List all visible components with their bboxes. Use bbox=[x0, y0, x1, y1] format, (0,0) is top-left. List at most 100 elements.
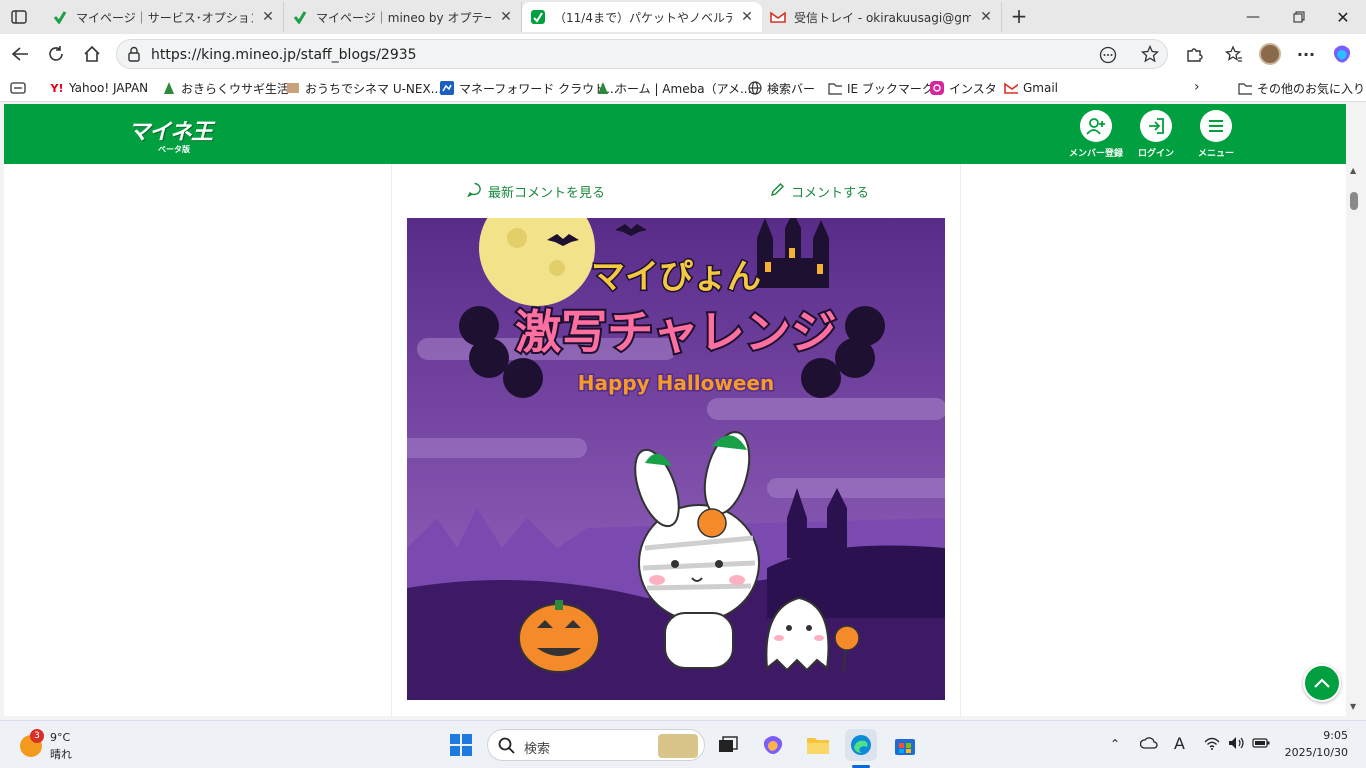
close-tab-icon[interactable]: ✕ bbox=[740, 9, 754, 25]
mineo-favicon-icon bbox=[52, 9, 68, 25]
cinema-icon bbox=[286, 81, 300, 95]
speech-bubble-icon bbox=[466, 182, 482, 201]
login-button[interactable]: ログイン bbox=[1126, 110, 1186, 159]
bookmark-instagram[interactable]: インスタ bbox=[930, 79, 997, 97]
bookmark-okiraku-usagi[interactable]: おきらくウサギ生活 bbox=[162, 79, 289, 97]
favorites-collection-icon[interactable] bbox=[1220, 40, 1248, 68]
restore-icon[interactable] bbox=[1276, 0, 1322, 34]
login-arrow-icon bbox=[1140, 110, 1172, 142]
banner-illustration: マイぴょん 激写チャレンジ Happy Halloween bbox=[407, 218, 945, 700]
scroll-up-arrow-icon[interactable]: ▲ bbox=[1350, 166, 1356, 175]
volume-icon[interactable] bbox=[1228, 736, 1246, 753]
favorite-star-icon[interactable] bbox=[1140, 44, 1160, 66]
scroll-down-arrow-icon[interactable]: ▼ bbox=[1350, 702, 1356, 711]
weather-widget[interactable]: 3 9°C 晴れ bbox=[16, 729, 126, 761]
microsoft-store-icon[interactable] bbox=[889, 729, 921, 761]
tab-staff-blog[interactable]: （11/4まで）パケットやノベルティをゲ ✕ bbox=[522, 2, 762, 32]
reading-mode-icon[interactable] bbox=[1099, 46, 1117, 67]
bookmark-gmail[interactable]: Gmail bbox=[1004, 79, 1058, 97]
search-icon bbox=[498, 737, 515, 757]
ime-mode-icon[interactable]: A bbox=[1174, 734, 1185, 753]
register-label: メンバー登録 bbox=[1068, 149, 1123, 159]
clock-time[interactable]: 9:05 bbox=[1296, 729, 1348, 742]
hamburger-menu-icon bbox=[1200, 110, 1232, 142]
gmail-favicon-icon bbox=[770, 9, 786, 25]
close-tab-icon[interactable]: ✕ bbox=[979, 9, 993, 25]
mineoking-favicon-icon bbox=[530, 9, 546, 25]
site-header: マイネ王 ベータ版 メンバー登録 ログイン メニュー bbox=[4, 104, 1346, 164]
other-bookmarks-folder[interactable]: その他のお気に入り bbox=[1238, 79, 1365, 97]
clock-date[interactable]: 2025/10/30 bbox=[1280, 746, 1348, 759]
browser-tab-strip: マイページ｜サービス･オプション｜格安 ✕ マイページ｜mineo by オプテ… bbox=[0, 0, 1366, 34]
banner-title-main: 激写チャレンジ bbox=[515, 305, 837, 359]
file-explorer-icon[interactable] bbox=[802, 729, 834, 761]
tab-mypage-service[interactable]: マイページ｜サービス･オプション｜格安 ✕ bbox=[44, 2, 284, 32]
address-bar[interactable]: https://king.mineo.jp/staff_blogs/2935 bbox=[116, 39, 1168, 69]
task-view-icon[interactable] bbox=[712, 729, 744, 761]
yahoo-icon: Y! bbox=[50, 81, 64, 95]
home-icon[interactable] bbox=[78, 40, 106, 68]
copilot-taskbar-icon[interactable] bbox=[757, 729, 789, 761]
banner-subtitle: Happy Halloween bbox=[578, 371, 774, 395]
latest-comments-link[interactable]: 最新コメントを見る bbox=[466, 182, 605, 201]
close-window-icon[interactable]: ✕ bbox=[1320, 0, 1366, 34]
extensions-puzzle-icon[interactable] bbox=[1180, 40, 1208, 68]
edge-browser-icon[interactable] bbox=[845, 729, 877, 761]
profile-avatar[interactable] bbox=[1256, 40, 1284, 68]
battery-icon[interactable] bbox=[1252, 737, 1270, 752]
copilot-icon[interactable] bbox=[1328, 40, 1356, 68]
minimize-icon[interactable]: — bbox=[1230, 0, 1276, 34]
bookmark-yahoo[interactable]: Y! Yahoo! JAPAN bbox=[50, 79, 149, 97]
register-button[interactable]: メンバー登録 bbox=[1066, 110, 1126, 159]
tab-mypage-mineo[interactable]: マイページ｜mineo by オプテージ ✕ bbox=[284, 2, 522, 32]
tab-title: （11/4まで）パケットやノベルティをゲ bbox=[554, 10, 732, 25]
globe-icon bbox=[748, 81, 762, 95]
refresh-icon[interactable] bbox=[42, 40, 70, 68]
tab-title: 受信トレイ - okirakuusagi@gmail.c bbox=[794, 10, 971, 25]
bookmark-moneyforward[interactable]: マネーフォワード クラウド... bbox=[440, 79, 618, 97]
mineo-favicon-icon bbox=[292, 9, 308, 25]
weather-condition: 晴れ bbox=[50, 748, 72, 761]
bookmark-ie-folder[interactable]: IE ブックマーク bbox=[828, 79, 934, 97]
onedrive-cloud-icon[interactable] bbox=[1139, 737, 1158, 752]
url-text[interactable]: https://king.mineo.jp/staff_blogs/2935 bbox=[151, 47, 417, 63]
bookmarks-overflow-chevron-icon[interactable]: › bbox=[1194, 79, 1200, 95]
login-label: ログイン bbox=[1137, 149, 1174, 159]
bookmark-unext[interactable]: おうちでシネマ U-NEX... bbox=[286, 79, 442, 97]
close-tab-icon[interactable]: ✕ bbox=[261, 9, 275, 25]
close-tab-icon[interactable]: ✕ bbox=[499, 9, 513, 25]
menu-button[interactable]: メニュー bbox=[1186, 110, 1246, 159]
moneyforward-icon bbox=[440, 81, 454, 95]
tab-title: マイページ｜サービス･オプション｜格安 bbox=[76, 10, 253, 25]
site-logo[interactable]: マイネ王 ベータ版 bbox=[128, 114, 218, 158]
ameba-icon bbox=[596, 81, 610, 95]
write-comment-link[interactable]: コメントする bbox=[770, 182, 869, 201]
banner-title-top: マイぴょん bbox=[591, 257, 761, 297]
system-tray-chevron-up-icon[interactable]: ⌃ bbox=[1110, 737, 1120, 751]
bookmarks-bar: Y! Yahoo! JAPAN おきらくウサギ生活 おうちでシネマ U-NEX.… bbox=[0, 74, 1366, 102]
bookmark-ameba-home[interactable]: ホーム | Ameba（アメ... bbox=[596, 79, 751, 97]
logo-beta-label: ベータ版 bbox=[158, 145, 190, 154]
more-options-icon[interactable]: ··· bbox=[1292, 40, 1320, 68]
new-tab-icon[interactable]: + bbox=[1008, 4, 1030, 28]
back-to-top-button[interactable] bbox=[1303, 664, 1341, 702]
windows-start-icon[interactable] bbox=[445, 729, 477, 761]
back-arrow-icon[interactable] bbox=[6, 40, 34, 68]
bookmark-search-bar[interactable]: 検索バー bbox=[748, 79, 815, 97]
tab-manager-icon[interactable] bbox=[10, 81, 26, 98]
blog-column: 最新コメントを見る コメントする マイぴょん 激写チャレンジ Happy Hal… bbox=[391, 164, 961, 716]
tab-gmail[interactable]: 受信トレイ - okirakuusagi@gmail.c ✕ bbox=[762, 2, 1002, 32]
page-scrollbar[interactable]: ▲ ▼ bbox=[1346, 164, 1362, 716]
instagram-icon bbox=[930, 81, 944, 95]
add-user-icon bbox=[1080, 110, 1112, 142]
scrollbar-thumb[interactable] bbox=[1350, 192, 1358, 210]
chevron-up-icon bbox=[1314, 678, 1330, 688]
weather-badge: 3 bbox=[30, 729, 44, 743]
weather-temperature: 9°C bbox=[50, 731, 71, 744]
folder-icon bbox=[1238, 81, 1252, 95]
taskbar-search-box[interactable]: 検索 bbox=[487, 729, 705, 761]
wifi-icon[interactable] bbox=[1204, 737, 1220, 753]
site-info-lock-icon[interactable] bbox=[127, 46, 141, 65]
search-highlight-image bbox=[658, 734, 698, 758]
tab-actions-icon[interactable] bbox=[8, 7, 30, 27]
